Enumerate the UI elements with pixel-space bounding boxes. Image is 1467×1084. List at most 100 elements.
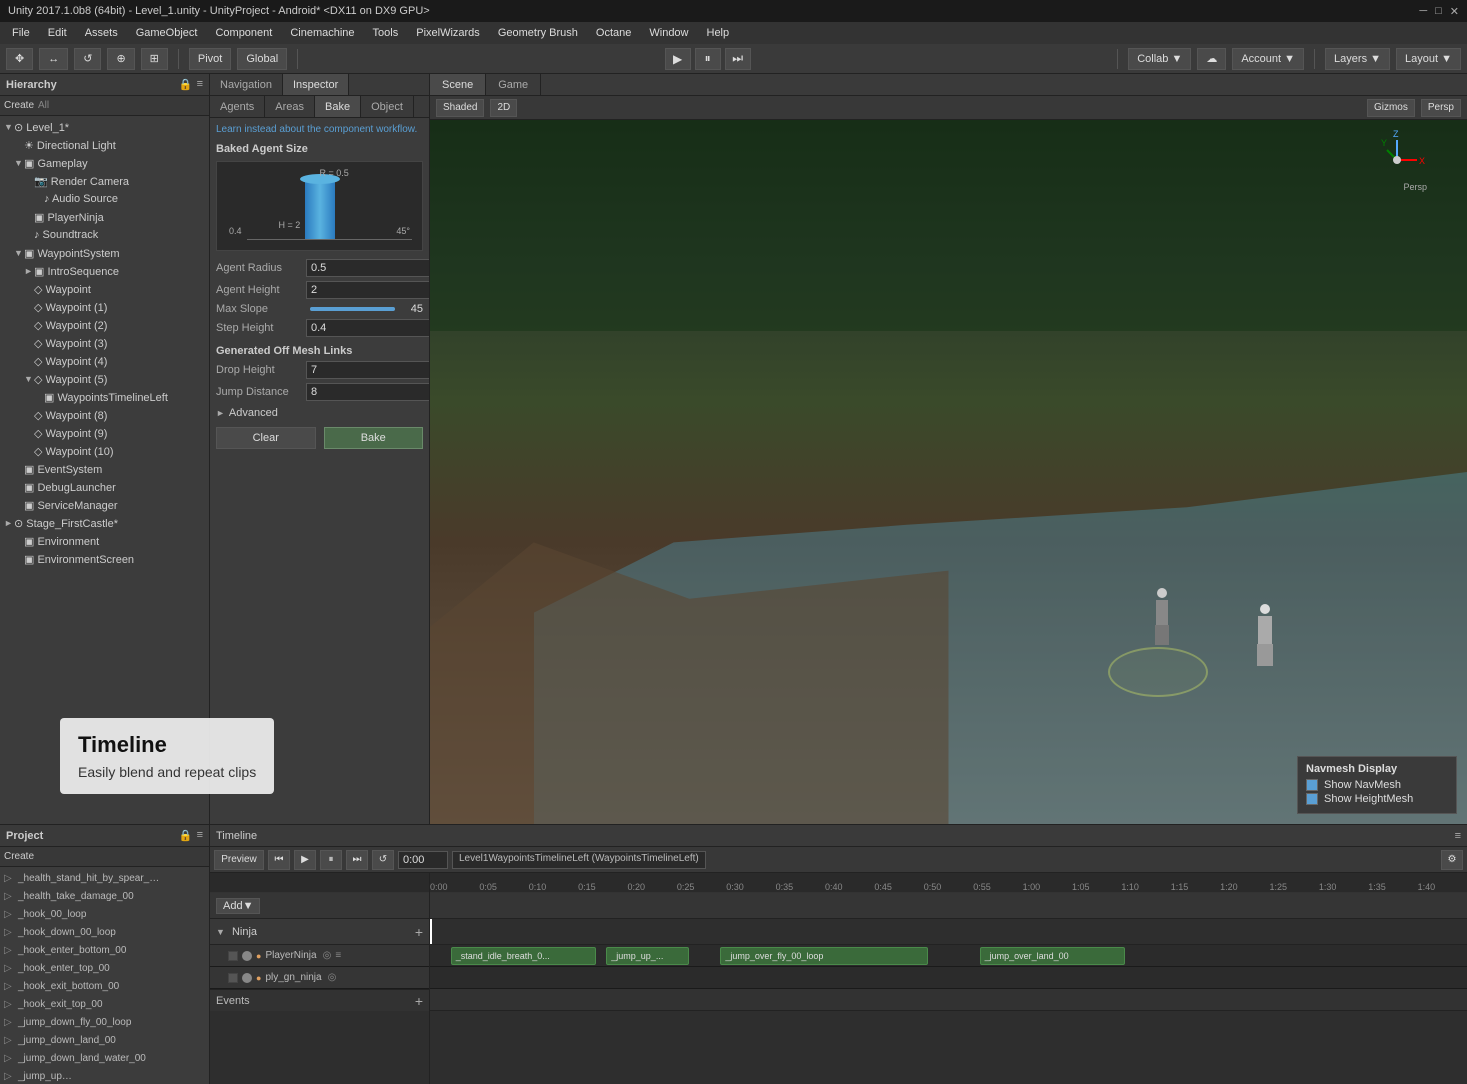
show-navmesh-checkbox[interactable] [1306, 779, 1318, 791]
tree-item-wptl[interactable]: ▣ WaypointsTimelineLeft [0, 388, 209, 406]
hierarchy-create-btn[interactable]: Create [4, 100, 34, 111]
menu-cinemachine[interactable]: Cinemachine [282, 25, 362, 41]
transform-move-btn[interactable]: ↔ [39, 48, 68, 70]
tree-item-wp9[interactable]: ◇ Waypoint (9) [0, 424, 209, 442]
tree-item-wp1[interactable]: ◇ Waypoint (1) [0, 298, 209, 316]
show-navmesh-row[interactable]: Show NavMesh [1306, 779, 1448, 791]
shaded-dropdown[interactable]: Shaded [436, 99, 484, 117]
menu-gameobject[interactable]: GameObject [128, 25, 206, 41]
project-item[interactable]: ▷_hook_down_00_loop [0, 923, 209, 941]
menu-help[interactable]: Help [699, 25, 738, 41]
tree-item-playerninja[interactable]: ▣ PlayerNinja [0, 208, 209, 226]
dim-btn[interactable]: 2D [490, 99, 517, 117]
clip-jump-up[interactable]: _jump_up_... [606, 947, 689, 965]
cloud-btn[interactable]: ☁ [1197, 48, 1226, 70]
gizmos-btn[interactable]: Gizmos [1367, 99, 1415, 117]
tree-item-wp8[interactable]: ◇ Waypoint (8) [0, 406, 209, 424]
track-lock-icon2[interactable] [228, 973, 238, 983]
project-lock-icon[interactable]: 🔒 [179, 829, 193, 842]
project-item[interactable]: ▷_hook_enter_top_00 [0, 959, 209, 977]
tree-item-intro[interactable]: ► ▣ IntroSequence [0, 262, 209, 280]
menu-window[interactable]: Window [641, 25, 696, 41]
menu-edit[interactable]: Edit [40, 25, 75, 41]
transform-rect-btn[interactable]: ⊞ [141, 48, 168, 70]
close-btn[interactable]: ✕ [1450, 5, 1459, 18]
timeline-play-btn[interactable]: ▶ [294, 850, 316, 870]
project-item[interactable]: ▷_health_stand_hit_by_spear_… [0, 869, 209, 887]
clear-btn[interactable]: Clear [216, 427, 316, 449]
transform-hand-btn[interactable]: ✥ [6, 48, 33, 70]
tree-item-wp4[interactable]: ◇ Waypoint (4) [0, 352, 209, 370]
project-item[interactable]: ▷_hook_enter_bottom_00 [0, 941, 209, 959]
timeline-header-icon[interactable]: ≡ [1455, 830, 1461, 842]
hierarchy-menu-icon[interactable]: ≡ [197, 78, 203, 91]
tab-scene[interactable]: Scene [430, 74, 486, 95]
tree-item-gameplay[interactable]: ▼ ▣ Gameplay [0, 154, 209, 172]
tree-item-waypoint-system[interactable]: ▼ ▣ WaypointSystem [0, 244, 209, 262]
show-heightmesh-checkbox[interactable] [1306, 793, 1318, 805]
project-item[interactable]: ▷_jump_up… [0, 1067, 209, 1084]
subtab-bake[interactable]: Bake [315, 96, 361, 117]
jump-distance-input[interactable] [306, 383, 429, 401]
tree-item-rendercam[interactable]: 📷 Render Camera [0, 172, 209, 190]
project-item[interactable]: ▷_hook_exit_bottom_00 [0, 977, 209, 995]
show-heightmesh-row[interactable]: Show HeightMesh [1306, 793, 1448, 805]
persp-btn[interactable]: Persp [1421, 99, 1461, 117]
project-item[interactable]: ▷_health_take_damage_00 [0, 887, 209, 905]
bake-btn[interactable]: Bake [324, 427, 424, 449]
events-add-btn[interactable]: + [415, 994, 423, 1008]
menu-tools[interactable]: Tools [365, 25, 407, 41]
project-menu-icon[interactable]: ≡ [197, 829, 203, 842]
menu-assets[interactable]: Assets [77, 25, 126, 41]
transform-scale-btn[interactable]: ⊕ [107, 48, 134, 70]
max-slope-track[interactable] [310, 307, 395, 311]
tree-item-eventsystem[interactable]: ▣ EventSystem [0, 460, 209, 478]
menu-pixelwizards[interactable]: PixelWizards [408, 25, 488, 41]
clip-stand-idle[interactable]: _stand_idle_breath_0... [451, 947, 596, 965]
scene-canvas[interactable]: X Y Z Persp Navmesh Display Show NavMesh [430, 120, 1467, 824]
hierarchy-lock-icon[interactable]: 🔒 [179, 78, 193, 91]
tree-item-soundtrack[interactable]: ♪ Soundtrack [0, 226, 209, 244]
layout-btn[interactable]: Layout ▼ [1396, 48, 1461, 70]
learn-link[interactable]: Learn instead about the component workfl… [216, 124, 423, 135]
tree-item-wp5[interactable]: ▼ ◇ Waypoint (5) [0, 370, 209, 388]
tree-item-audio[interactable]: ♪ Audio Source [0, 190, 209, 208]
project-item[interactable]: ▷_hook_00_loop [0, 905, 209, 923]
project-item[interactable]: ▷_jump_down_land_water_00 [0, 1049, 209, 1067]
scene-gizmo[interactable]: X Y Z Persp [1367, 130, 1427, 190]
transform-rotate-btn[interactable]: ↺ [74, 48, 101, 70]
step-height-input[interactable] [306, 319, 429, 337]
agent-radius-input[interactable] [306, 259, 429, 277]
advanced-toggle[interactable]: ► Advanced [216, 407, 423, 419]
timeline-loop-btn[interactable]: ↺ [372, 850, 394, 870]
track-vis-icon[interactable] [242, 951, 252, 961]
project-item[interactable]: ▷_jump_down_land_00 [0, 1031, 209, 1049]
project-create-btn[interactable]: Create [4, 851, 34, 862]
clip-jump-fly[interactable]: _jump_over_fly_00_loop [720, 947, 927, 965]
tree-item-wp2[interactable]: ◇ Waypoint (2) [0, 316, 209, 334]
tree-item-dirlight[interactable]: ☀ Directional Light [0, 136, 209, 154]
play-btn[interactable]: ▶ [665, 48, 691, 70]
tree-item-servicemanager[interactable]: ▣ ServiceManager [0, 496, 209, 514]
ninja-track-header[interactable]: ▼ Ninja + [210, 919, 429, 945]
subtab-object[interactable]: Object [361, 96, 414, 117]
tree-item-debuglauncher[interactable]: ▣ DebugLauncher [0, 478, 209, 496]
tab-game[interactable]: Game [486, 74, 541, 95]
track-vis-icon2[interactable] [242, 973, 252, 983]
tab-navigation[interactable]: Navigation [210, 74, 283, 95]
tree-item-wp3[interactable]: ◇ Waypoint (3) [0, 334, 209, 352]
tab-inspector[interactable]: Inspector [283, 74, 349, 95]
timeline-settings-btn[interactable]: ⚙ [1441, 850, 1463, 870]
playhead[interactable] [430, 919, 432, 944]
tree-item-environment[interactable]: ▣ Environment [0, 532, 209, 550]
project-item[interactable]: ▷_jump_down_fly_00_loop [0, 1013, 209, 1031]
track-lock-icon[interactable] [228, 951, 238, 961]
menu-octane[interactable]: Octane [588, 25, 639, 41]
timeline-pause-btn[interactable]: ⏸ [320, 850, 342, 870]
clip-jump-land[interactable]: _jump_over_land_00 [980, 947, 1125, 965]
step-btn[interactable]: ⏭ [725, 48, 751, 70]
tree-item-firstcastle[interactable]: ► ⊙ Stage_FirstCastle* [0, 514, 209, 532]
pivot-btn[interactable]: Pivot [189, 48, 231, 70]
maximize-btn[interactable]: □ [1435, 5, 1442, 18]
layers-btn[interactable]: Layers ▼ [1325, 48, 1390, 70]
